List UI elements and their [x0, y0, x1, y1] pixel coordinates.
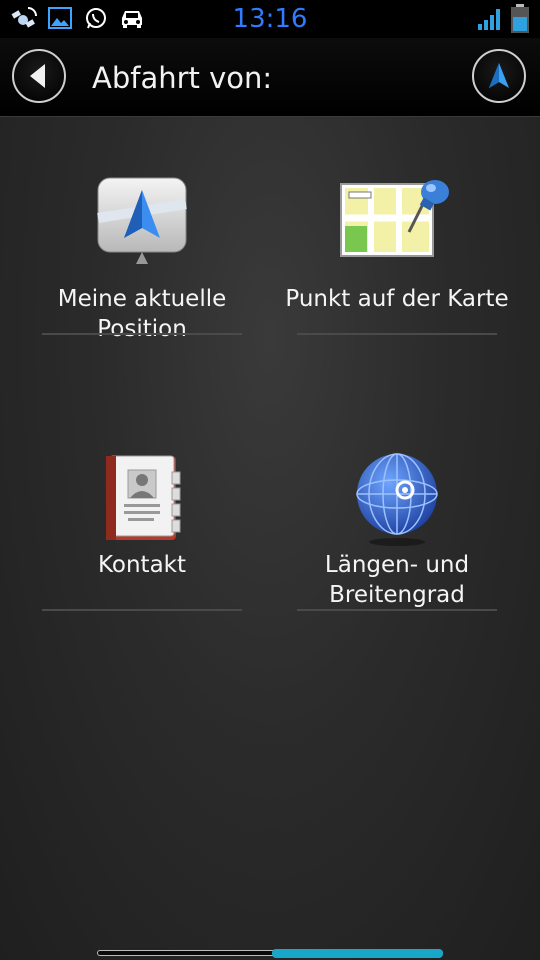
option-coordinates[interactable]: Längen- und Breitengrad	[297, 452, 497, 672]
status-bar: 13:16	[0, 0, 540, 38]
image-icon	[48, 6, 72, 34]
battery-icon	[510, 4, 530, 38]
divider	[42, 609, 242, 611]
page-scroll-thumb[interactable]	[272, 949, 443, 958]
back-button[interactable]	[12, 49, 66, 103]
map-point-icon	[337, 174, 457, 274]
page-title: Abfahrt von:	[92, 61, 273, 95]
divider	[297, 333, 497, 335]
signal-icon	[476, 6, 502, 36]
option-contact[interactable]: Kontakt	[42, 452, 242, 672]
divider	[297, 609, 497, 611]
option-label: Längen- und Breitengrad	[324, 552, 470, 608]
current-position-icon	[92, 174, 192, 274]
option-label: Punkt auf der Karte	[285, 286, 509, 312]
globe-coordinates-icon	[347, 452, 447, 552]
whatsapp-icon	[84, 6, 108, 34]
navigation-button[interactable]	[472, 49, 526, 103]
satellite-icon	[10, 6, 38, 36]
option-label: Kontakt	[97, 552, 187, 578]
back-arrow-icon	[14, 51, 64, 105]
divider	[42, 333, 242, 335]
option-point-on-map[interactable]: Punkt auf der Karte	[285, 174, 509, 394]
app-header: Abfahrt von:	[0, 38, 540, 117]
status-time: 13:16	[232, 4, 308, 34]
car-icon	[118, 6, 146, 34]
option-current-position[interactable]: Meine aktuelle Position	[42, 174, 242, 394]
option-label: Meine aktuelle Position	[57, 286, 227, 342]
contact-book-icon	[92, 452, 192, 552]
navigation-arrow-icon	[474, 51, 524, 105]
